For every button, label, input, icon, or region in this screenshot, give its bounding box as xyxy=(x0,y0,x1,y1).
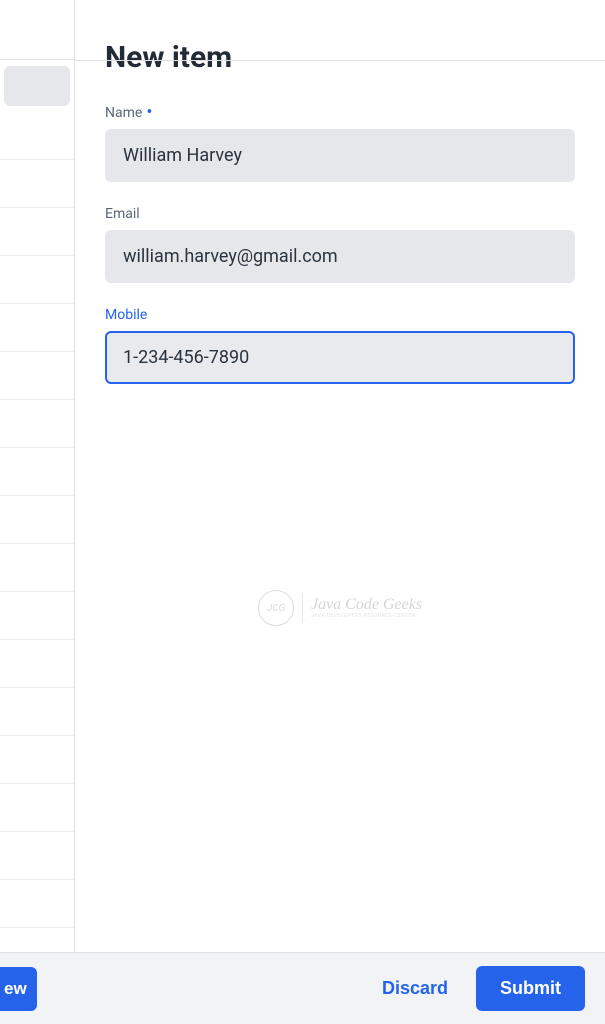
sidebar-item[interactable] xyxy=(0,304,74,352)
sidebar-item-selected[interactable] xyxy=(4,66,70,106)
bottom-action-bar: ew Discard Submit xyxy=(0,952,605,1024)
email-input[interactable] xyxy=(105,230,575,283)
watermark-divider xyxy=(302,593,303,623)
watermark-sub-text: Java Developers Resource Center xyxy=(311,613,422,619)
sidebar-item[interactable] xyxy=(0,784,74,832)
mobile-input[interactable] xyxy=(105,331,575,384)
main-panel: New item Name • Email Mobile JCG Java Co… xyxy=(75,0,605,1024)
sidebar-item[interactable] xyxy=(0,544,74,592)
watermark-main-text: Java Code Geeks xyxy=(311,597,422,613)
sidebar-item[interactable] xyxy=(0,448,74,496)
name-label-text: Name xyxy=(105,105,142,121)
watermark: JCG Java Code Geeks Java Developers Reso… xyxy=(258,590,422,626)
watermark-text-block: Java Code Geeks Java Developers Resource… xyxy=(311,597,422,619)
sidebar-item[interactable] xyxy=(0,688,74,736)
new-button-fragment[interactable]: ew xyxy=(0,967,37,1011)
sidebar-item[interactable] xyxy=(0,736,74,784)
form-group-name: Name • xyxy=(105,105,575,182)
divider xyxy=(75,60,605,61)
email-label: Email xyxy=(105,206,575,222)
sidebar-item[interactable] xyxy=(0,592,74,640)
watermark-logo-icon: JCG xyxy=(258,590,294,626)
form-group-email: Email xyxy=(105,206,575,283)
left-sidebar xyxy=(0,0,75,1024)
name-label: Name • xyxy=(105,105,575,121)
sidebar-item[interactable] xyxy=(0,352,74,400)
sidebar-item[interactable] xyxy=(0,400,74,448)
sidebar-item[interactable] xyxy=(0,640,74,688)
bottom-left-section: ew xyxy=(0,953,75,1024)
sidebar-item[interactable] xyxy=(0,832,74,880)
bottom-right-section: Discard Submit xyxy=(75,966,605,1011)
sidebar-header-space xyxy=(0,0,74,60)
submit-button[interactable]: Submit xyxy=(476,966,585,1011)
sidebar-item[interactable] xyxy=(0,496,74,544)
sidebar-item[interactable] xyxy=(0,256,74,304)
sidebar-item[interactable] xyxy=(0,208,74,256)
page-title: New item xyxy=(105,40,575,75)
sidebar-item[interactable] xyxy=(0,112,74,160)
discard-button[interactable]: Discard xyxy=(374,968,456,1009)
sidebar-item[interactable] xyxy=(0,160,74,208)
required-indicator-icon: • xyxy=(146,108,152,118)
form-group-mobile: Mobile xyxy=(105,307,575,384)
mobile-label: Mobile xyxy=(105,307,575,323)
name-input[interactable] xyxy=(105,129,575,182)
sidebar-item[interactable] xyxy=(0,880,74,928)
